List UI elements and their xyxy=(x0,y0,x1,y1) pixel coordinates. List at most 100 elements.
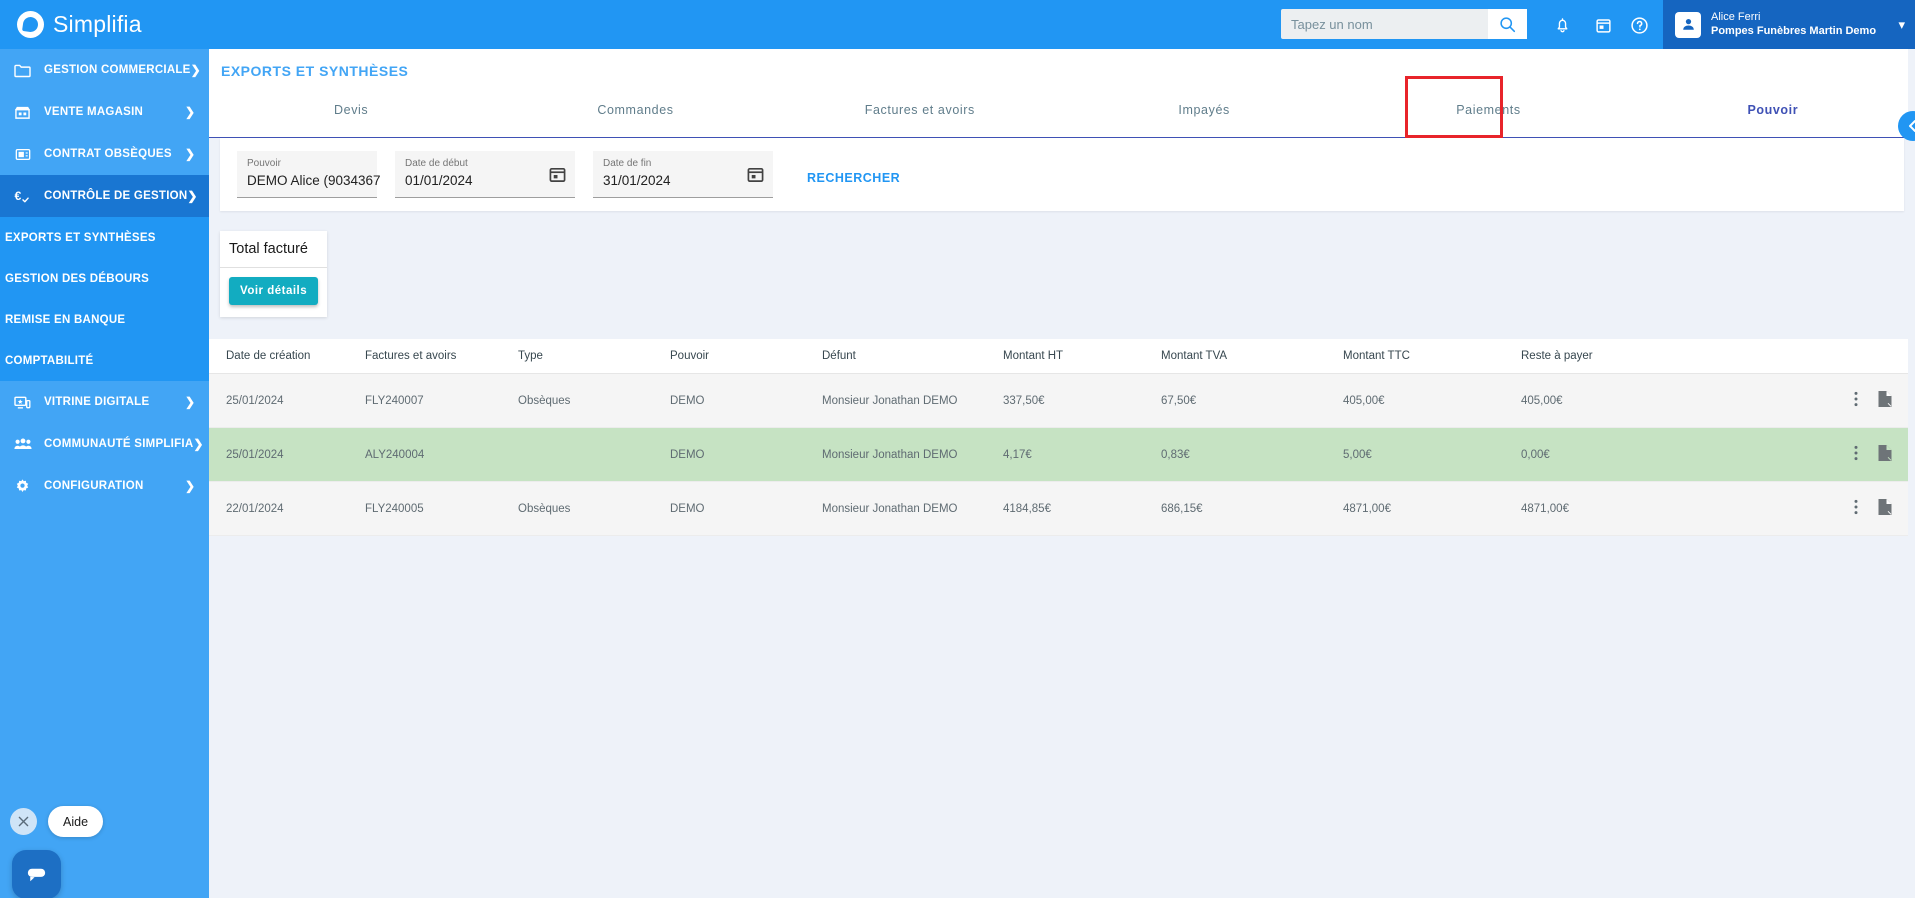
voir-details-button[interactable]: Voir détails xyxy=(229,277,319,305)
cell-date-creation: 22/01/2024 xyxy=(209,481,365,536)
cell-date-creation: 25/01/2024 xyxy=(209,373,365,428)
table-row[interactable]: 25/01/2024 ALY240004 DEMO Monsieur Jonat… xyxy=(209,427,1915,482)
date-debut-calendar-button[interactable] xyxy=(549,166,566,188)
cell-defunt: Monsieur Jonathan DEMO xyxy=(822,373,1003,428)
help-close-button[interactable] xyxy=(10,808,37,835)
bell-icon xyxy=(1557,18,1567,33)
pouvoir-field[interactable]: Pouvoir DEMO Alice (9034367 xyxy=(237,151,381,198)
column-header-type[interactable]: Type xyxy=(518,339,670,374)
tab-devis[interactable]: Devis xyxy=(209,95,493,137)
help-circle-icon xyxy=(1630,16,1648,34)
cell-pouvoir: DEMO xyxy=(670,427,822,482)
sidebar-subitem-label: GESTION DES DÉBOURS xyxy=(5,272,150,285)
cell-montant-ht: 4184,85€ xyxy=(1003,481,1161,536)
column-header-factures-et-avoirs[interactable]: Factures et avoirs xyxy=(365,339,518,374)
tab-commandes[interactable]: Commandes xyxy=(493,95,777,137)
sidebar-subitem-label: REMISE EN BANQUE xyxy=(5,313,126,326)
user-menu[interactable]: Alice Ferri Pompes Funèbres Martin Demo … xyxy=(1663,0,1915,49)
sidebar-item-communaute-simplifia[interactable]: COMMUNAUTÉ SIMPLIFIA ❯ xyxy=(0,423,209,465)
date-debut-field-value: 01/01/2024 xyxy=(405,173,473,188)
tab-pouvoir[interactable]: Pouvoir xyxy=(1631,95,1915,137)
sidebar-submenu-controle-de-gestion: EXPORTS ET SYNTHÈSES GESTION DES DÉBOURS… xyxy=(0,217,209,381)
sidebar-item-label: VENTE MAGASIN xyxy=(44,106,144,118)
document-download-icon[interactable] xyxy=(1877,498,1893,519)
tab-paiements[interactable]: Paiements xyxy=(1346,95,1630,137)
column-header-montant-tva[interactable]: Montant TVA xyxy=(1161,339,1343,374)
sidebar: GESTION COMMERCIALE ❯ VENTE MAGASIN ❯ CO… xyxy=(0,49,209,898)
cell-montant-ttc: 5,00€ xyxy=(1343,427,1521,482)
pouvoir-field-label: Pouvoir xyxy=(247,158,281,169)
user-info: Alice Ferri Pompes Funèbres Martin Demo xyxy=(1711,11,1894,39)
brand-name: Simplifia xyxy=(53,11,142,37)
sidebar-item-label: GESTION COMMERCIALE xyxy=(44,64,191,76)
tab-impayes[interactable]: Impayés xyxy=(1062,95,1346,137)
date-fin-calendar-button[interactable] xyxy=(747,166,764,188)
chat-launcher-button[interactable] xyxy=(12,850,61,898)
chevron-down-icon: ❯ xyxy=(187,189,198,203)
chevron-right-icon: ❯ xyxy=(193,437,204,451)
right-edge-strip xyxy=(1908,49,1915,898)
column-header-pouvoir[interactable]: Pouvoir xyxy=(670,339,822,374)
sidebar-item-gestion-des-debours[interactable]: GESTION DES DÉBOURS xyxy=(0,258,209,299)
cell-actions xyxy=(1711,373,1915,428)
cell-defunt: Monsieur Jonathan DEMO xyxy=(822,427,1003,482)
chevron-right-icon: ❯ xyxy=(184,479,195,493)
search-button[interactable] xyxy=(1488,9,1527,39)
help-label-button[interactable]: Aide xyxy=(48,806,104,837)
cell-type: Obsèques xyxy=(518,373,670,428)
page-title: EXPORTS ET SYNTHÈSES xyxy=(221,63,409,79)
search-input[interactable] xyxy=(1281,16,1488,32)
table-row[interactable]: 22/01/2024 FLY240005 Obsèques DEMO Monsi… xyxy=(209,481,1915,536)
sidebar-item-comptabilite[interactable]: COMPTABILITÉ xyxy=(0,340,209,381)
cell-type xyxy=(518,427,670,482)
more-vertical-icon[interactable] xyxy=(1854,445,1858,464)
column-header-date-creation[interactable]: Date de création xyxy=(209,339,365,374)
chevron-left-icon xyxy=(1909,120,1915,132)
date-fin-field-label: Date de fin xyxy=(603,158,652,169)
sidebar-item-controle-de-gestion[interactable]: € CONTRÔLE DE GESTION ❯ xyxy=(0,175,209,217)
sidebar-item-label: COMMUNAUTÉ SIMPLIFIA xyxy=(44,438,194,450)
sidebar-item-label: VITRINE DIGITALE xyxy=(44,396,150,408)
sidebar-item-remise-en-banque[interactable]: REMISE EN BANQUE xyxy=(0,299,209,340)
global-search[interactable] xyxy=(1281,9,1527,39)
avatar xyxy=(1675,11,1701,38)
column-header-reste-a-payer[interactable]: Reste à payer xyxy=(1521,339,1711,374)
document-download-icon[interactable] xyxy=(1877,390,1893,411)
more-vertical-icon[interactable] xyxy=(1854,391,1858,410)
total-facture-title: Total facturé xyxy=(220,231,327,268)
sidebar-item-gestion-commerciale[interactable]: GESTION COMMERCIALE ❯ xyxy=(0,49,209,91)
tab-factures-et-avoirs[interactable]: Factures et avoirs xyxy=(778,95,1062,137)
document-download-icon[interactable] xyxy=(1877,444,1893,465)
chevron-right-icon: ❯ xyxy=(184,395,195,409)
table-row[interactable]: 25/01/2024 FLY240007 Obsèques DEMO Monsi… xyxy=(209,373,1915,428)
date-debut-field[interactable]: Date de début 01/01/2024 xyxy=(395,151,575,198)
application-window: Simplifia Tapez un nom Alice Ferri Pompe… xyxy=(0,0,1915,898)
cell-montant-ht: 337,50€ xyxy=(1003,373,1161,428)
cell-montant-ttc: 405,00€ xyxy=(1343,373,1521,428)
cell-reste-a-payer: 405,00€ xyxy=(1521,373,1711,428)
date-fin-field[interactable]: Date de fin 31/01/2024 xyxy=(593,151,773,198)
sidebar-item-contrat-obseques[interactable]: CONTRAT OBSÈQUES ❯ xyxy=(0,133,209,175)
chat-bubble-icon xyxy=(27,868,46,882)
calendar-button[interactable] xyxy=(1591,13,1615,37)
sidebar-item-label: CONTRAT OBSÈQUES xyxy=(44,148,172,160)
brand-logo[interactable]: Simplifia xyxy=(0,11,209,38)
column-header-defunt[interactable]: Défunt xyxy=(822,339,1003,374)
chevron-down-icon[interactable]: ▾ xyxy=(1898,17,1905,33)
gear-icon xyxy=(13,478,32,495)
sidebar-item-vente-magasin[interactable]: VENTE MAGASIN ❯ xyxy=(0,91,209,133)
total-facture-body: Voir détails xyxy=(220,268,327,317)
sidebar-subitem-label: COMPTABILITÉ xyxy=(5,354,94,367)
calendar-icon xyxy=(549,167,566,182)
sidebar-item-vitrine-digitale[interactable]: VITRINE DIGITALE ❯ xyxy=(0,381,209,423)
notifications-button[interactable] xyxy=(1550,13,1574,37)
results-table: Date de création Factures et avoirs Type… xyxy=(209,339,1915,536)
sidebar-item-configuration[interactable]: CONFIGURATION ❯ xyxy=(0,465,209,507)
help-button[interactable] xyxy=(1627,13,1651,37)
sidebar-item-exports-et-syntheses[interactable]: EXPORTS ET SYNTHÈSES xyxy=(0,217,209,258)
column-header-montant-ht[interactable]: Montant HT xyxy=(1003,339,1161,374)
rechercher-button[interactable]: RECHERCHER xyxy=(807,171,900,185)
user-organization: Pompes Funèbres Martin Demo xyxy=(1711,24,1877,37)
column-header-montant-ttc[interactable]: Montant TTC xyxy=(1343,339,1521,374)
more-vertical-icon[interactable] xyxy=(1854,499,1858,518)
